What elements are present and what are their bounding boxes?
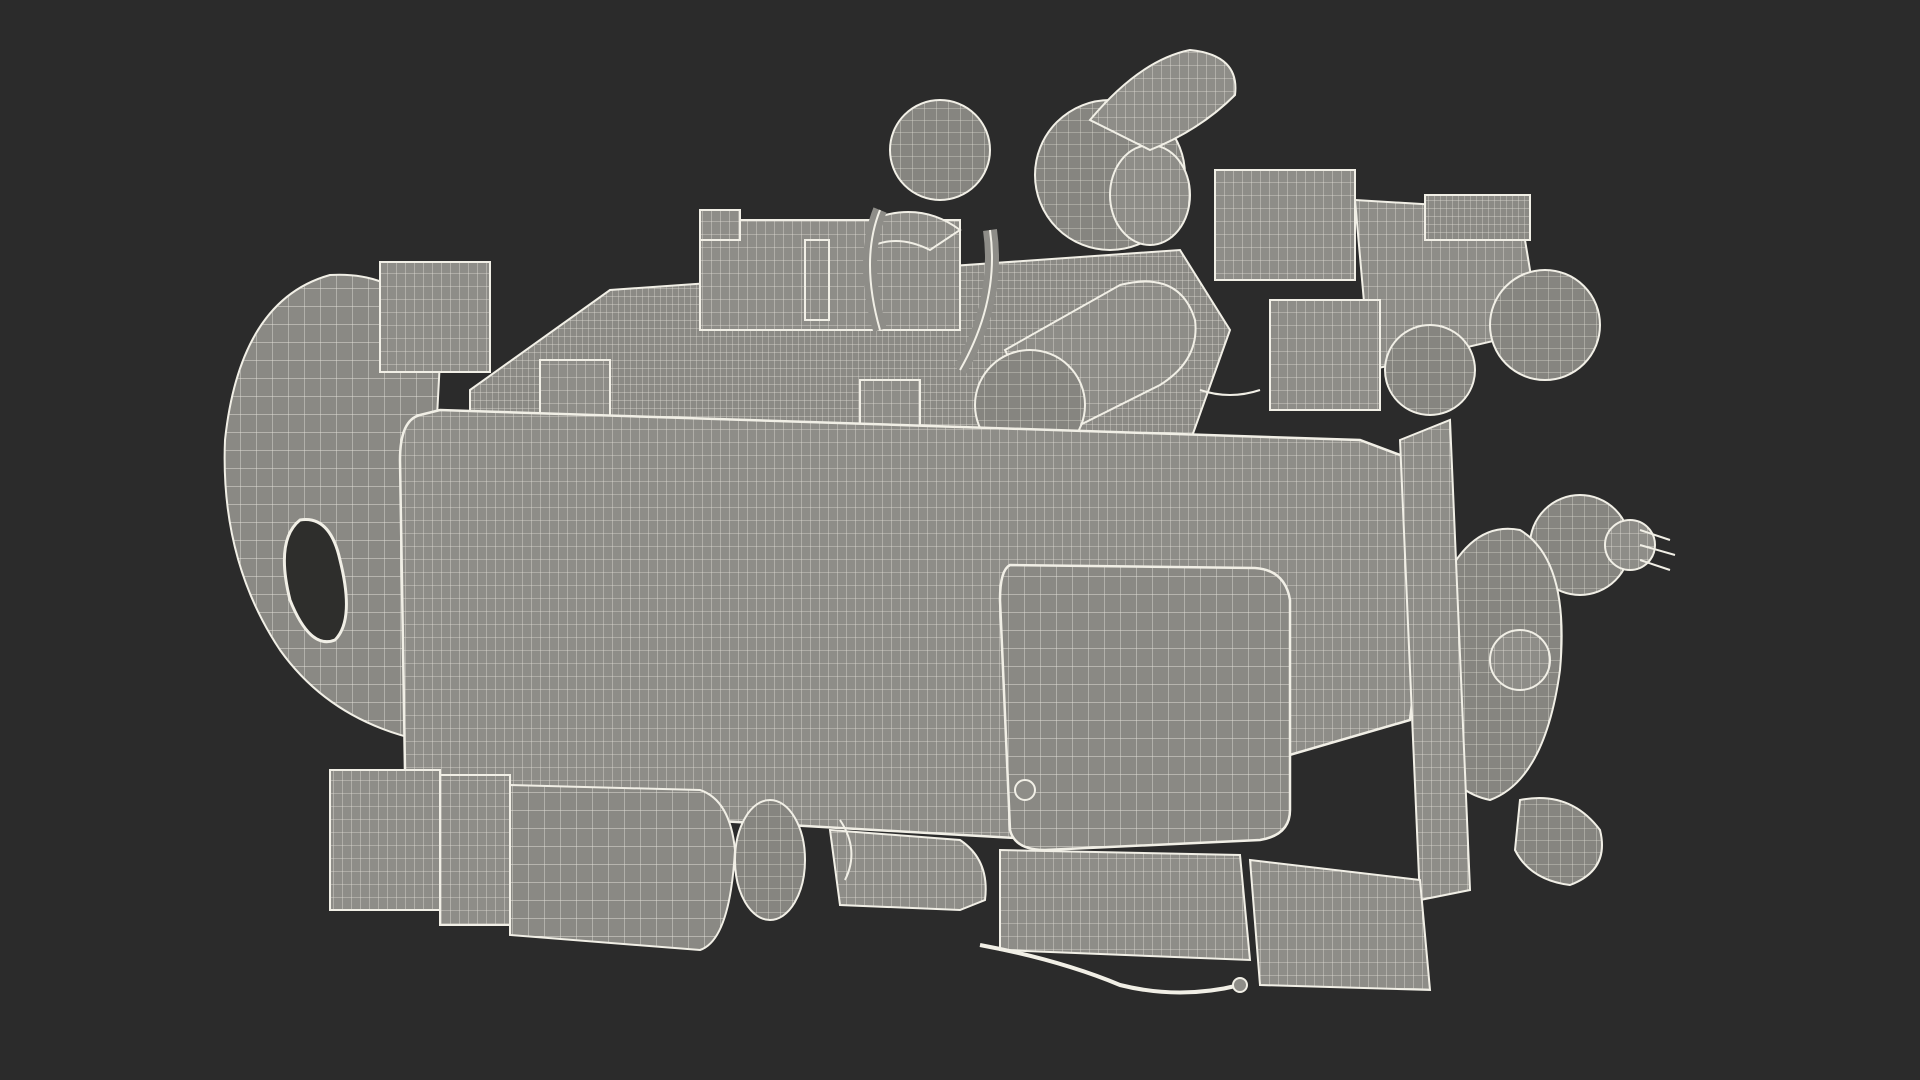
oil-pan-lower <box>979 848 1432 995</box>
engine-wireframe-render <box>223 48 1676 995</box>
engine-block <box>398 408 1442 852</box>
turbocharger <box>868 48 1237 252</box>
render-viewport <box>0 0 1920 1080</box>
